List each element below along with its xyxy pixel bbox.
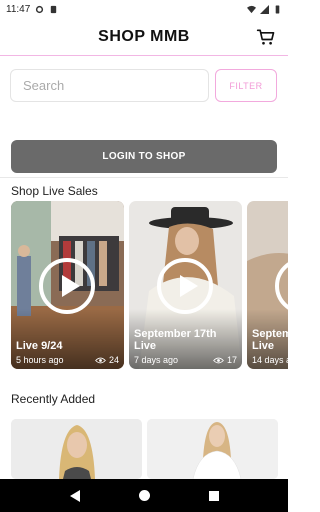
app-title: SHOP MMB: [98, 27, 190, 45]
back-icon[interactable]: [69, 489, 80, 502]
recently-added-list: [11, 419, 288, 479]
home-icon[interactable]: [138, 490, 150, 501]
search-input[interactable]: [10, 69, 209, 102]
recents-icon[interactable]: [208, 490, 219, 501]
eye-icon: [95, 357, 106, 363]
live-sale-title: September 17th Live: [134, 328, 217, 352]
divider: [0, 177, 288, 178]
status-bar: 11:47: [0, 0, 288, 18]
live-sales-carousel[interactable]: Live 9/24 5 hours ago 24 September 17th …: [11, 201, 288, 369]
woman-in-white-tee-photo: [147, 419, 278, 479]
play-icon[interactable]: [157, 258, 213, 314]
cart-icon[interactable]: [256, 27, 276, 47]
search-row: FILTER: [10, 69, 278, 102]
settings-icon: [36, 5, 44, 13]
product-card[interactable]: [147, 419, 278, 479]
signal-icon: [260, 4, 269, 14]
storage-icon: [51, 5, 57, 13]
live-sale-card[interactable]: September 10th Live 14 days ago: [247, 201, 288, 369]
live-sale-title: September 10th Live: [252, 328, 288, 352]
live-sale-card[interactable]: September 17th Live 7 days ago 17: [129, 201, 242, 369]
live-sale-time: 14 days ago: [252, 355, 288, 365]
live-sale-card[interactable]: Live 9/24 5 hours ago 24: [11, 201, 124, 369]
live-sale-title: Live 9/24: [16, 340, 63, 352]
play-icon[interactable]: [39, 258, 95, 314]
app-header: SHOP MMB: [0, 18, 288, 56]
live-sale-meta: 14 days ago: [252, 355, 288, 365]
live-sale-time: 7 days ago: [134, 355, 179, 365]
view-count-value: 24: [108, 355, 119, 365]
view-count: 24: [95, 355, 119, 365]
filter-button[interactable]: FILTER: [215, 69, 277, 102]
login-to-shop-button[interactable]: LOGIN TO SHOP: [11, 140, 277, 173]
live-sale-meta: 7 days ago 17: [134, 355, 237, 365]
woman-in-top-photo: [11, 419, 142, 479]
live-sale-time: 5 hours ago: [16, 355, 64, 365]
recently-added-heading: Recently Added: [11, 392, 96, 406]
wifi-icon: [247, 5, 256, 13]
shop-live-sales-heading: Shop Live Sales: [11, 184, 98, 198]
battery-icon: [275, 4, 280, 14]
system-nav-bar: [0, 479, 288, 512]
eye-icon: [213, 357, 224, 363]
view-count: 17: [213, 355, 237, 365]
live-sale-meta: 5 hours ago 24: [16, 355, 119, 365]
product-card[interactable]: [11, 419, 142, 479]
status-time: 11:47: [6, 3, 31, 15]
view-count-value: 17: [226, 355, 237, 365]
